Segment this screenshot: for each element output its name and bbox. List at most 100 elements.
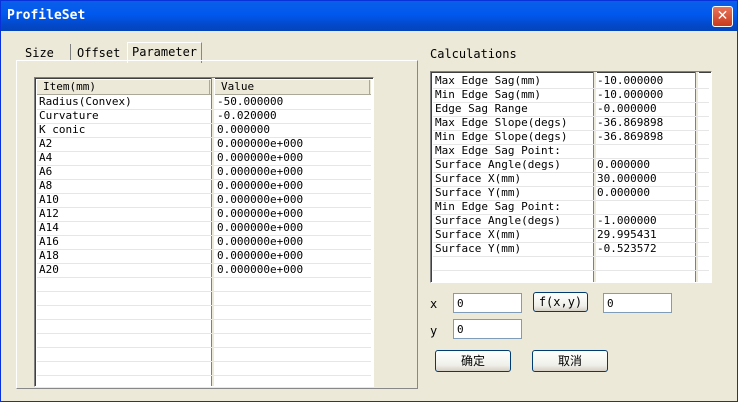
table-row[interactable]: Curvature -0.020000	[37, 109, 371, 124]
window-title: ProfileSet	[7, 8, 86, 23]
row-label: Surface X(mm)	[435, 172, 522, 185]
table-row[interactable]: A14 0.000000e+000	[37, 221, 371, 236]
row-label: K conic	[39, 123, 86, 136]
row-label: Max Edge Slope(degs)	[435, 116, 568, 129]
table-row[interactable]: Surface Y(mm) -0.523572	[433, 242, 709, 257]
row-label: Max Edge Sag(mm)	[435, 74, 541, 87]
table-row[interactable]: K conic 0.000000	[37, 123, 371, 138]
tab-divider	[70, 44, 71, 60]
header-divider	[209, 80, 210, 94]
row-label: A4	[39, 151, 53, 164]
table-row[interactable]: A16 0.000000e+000	[37, 235, 371, 250]
profileset-window: ProfileSet ✕ Size Offset Parameter Item(…	[0, 0, 738, 402]
row-value: 0.000000	[597, 186, 650, 199]
row-value: 0.000000	[217, 123, 270, 136]
row-label: Surface Angle(degs)	[435, 214, 561, 227]
empty-row	[37, 305, 371, 320]
table-row[interactable]: A20 0.000000e+000	[37, 263, 371, 278]
table-row[interactable]: Surface X(mm) 29.995431	[433, 228, 709, 243]
tab-label: Parameter	[132, 45, 198, 59]
row-label: Surface X(mm)	[435, 228, 522, 241]
row-label: A10	[39, 193, 59, 206]
fxy-button[interactable]: f(x,y)	[533, 292, 588, 312]
empty-row	[37, 361, 371, 376]
column-header-item[interactable]: Item(mm)	[39, 80, 96, 94]
row-label: Surface Angle(degs)	[435, 158, 561, 171]
row-label: A14	[39, 221, 59, 234]
table-row[interactable]: Max Edge Sag(mm) -10.000000	[433, 74, 709, 89]
row-label: Min Edge Slope(degs)	[435, 130, 568, 143]
empty-row	[433, 256, 709, 271]
table-row[interactable]: Min Edge Sag Point:	[433, 200, 709, 215]
table-row[interactable]: Min Edge Slope(degs) -36.869898	[433, 130, 709, 145]
tab-label: Offset	[77, 46, 121, 60]
calculations-table[interactable]: Max Edge Sag(mm) -10.000000 Min Edge Sag(m…	[430, 71, 712, 283]
row-value: 0.000000e+000	[217, 263, 304, 276]
y-label: y	[430, 324, 438, 338]
fxy-result-field[interactable]: 0	[603, 293, 672, 313]
column-header-value[interactable]: Value	[217, 80, 254, 94]
row-value: -10.000000	[597, 74, 664, 87]
close-icon: ✕	[716, 8, 729, 24]
table-row[interactable]: Surface X(mm) 30.000000	[433, 172, 709, 187]
dialog-client: Size Offset Parameter Item(mm) Value Rad…	[4, 31, 734, 398]
title-bar[interactable]: ProfileSet ✕	[1, 1, 737, 31]
table-row[interactable]: Surface Angle(degs) -1.000000	[433, 214, 709, 229]
row-value: -0.523572	[597, 242, 657, 255]
parameter-table[interactable]: Item(mm) Value Radius(Convex) -50.000000 C…	[34, 77, 374, 387]
row-label: Max Edge Sag Point:	[435, 144, 561, 157]
row-value: -1.000000	[597, 214, 657, 227]
header-divider	[369, 80, 370, 94]
row-label: A18	[39, 249, 59, 262]
row-value: -50.000000	[217, 95, 284, 108]
x-label: x	[430, 297, 438, 311]
table-row[interactable]: A2 0.000000e+000	[37, 137, 371, 152]
calculations-label: Calculations	[430, 47, 517, 61]
row-value: 0.000000e+000	[217, 207, 304, 220]
table-header: Item(mm) Value	[37, 80, 371, 95]
row-label: A6	[39, 165, 53, 178]
ok-button[interactable]: 确定	[435, 350, 511, 372]
table-row[interactable]: A4 0.000000e+000	[37, 151, 371, 166]
row-value: 0.000000e+000	[217, 221, 304, 234]
row-label: Min Edge Sag Point:	[435, 200, 561, 213]
table-row[interactable]: Surface Y(mm) 0.000000	[433, 186, 709, 201]
row-value: -10.000000	[597, 88, 664, 101]
close-button[interactable]: ✕	[712, 6, 733, 27]
table-row[interactable]: A8 0.000000e+000	[37, 179, 371, 194]
table-row[interactable]: A10 0.000000e+000	[37, 193, 371, 208]
row-value: 0.000000e+000	[217, 249, 304, 262]
empty-row	[37, 319, 371, 334]
row-value: 0.000000e+000	[217, 137, 304, 150]
table-row[interactable]: A12 0.000000e+000	[37, 207, 371, 222]
table-row[interactable]: Max Edge Sag Point:	[433, 144, 709, 159]
row-value: -0.020000	[217, 109, 277, 122]
row-value: 29.995431	[597, 228, 657, 241]
row-label: A2	[39, 137, 53, 150]
row-value: 0.000000e+000	[217, 235, 304, 248]
empty-row	[37, 333, 371, 348]
row-value: 30.000000	[597, 172, 657, 185]
table-row[interactable]: Max Edge Slope(degs) -36.869898	[433, 116, 709, 131]
row-label: A8	[39, 179, 53, 192]
row-value: 0.000000e+000	[217, 151, 304, 164]
empty-row	[37, 347, 371, 362]
row-value: 0.000000e+000	[217, 179, 304, 192]
table-row[interactable]: A6 0.000000e+000	[37, 165, 371, 180]
tab-label: Size	[25, 46, 54, 60]
row-value: 0.000000e+000	[217, 165, 304, 178]
row-label: A12	[39, 207, 59, 220]
empty-row	[37, 277, 371, 292]
table-row[interactable]: Surface Angle(degs) 0.000000	[433, 158, 709, 173]
table-row[interactable]: Min Edge Sag(mm) -10.000000	[433, 88, 709, 103]
row-value: 0.000000e+000	[217, 193, 304, 206]
table-row[interactable]: A18 0.000000e+000	[37, 249, 371, 264]
cancel-button[interactable]: 取消	[532, 350, 608, 372]
y-input[interactable]: 0	[453, 319, 522, 339]
table-row[interactable]: Radius(Convex) -50.000000	[37, 95, 371, 110]
row-label: A16	[39, 235, 59, 248]
row-value: -36.869898	[597, 130, 664, 143]
row-value: -0.000000	[597, 102, 657, 115]
x-input[interactable]: 0	[453, 293, 522, 313]
table-row[interactable]: Edge Sag Range -0.000000	[433, 102, 709, 117]
